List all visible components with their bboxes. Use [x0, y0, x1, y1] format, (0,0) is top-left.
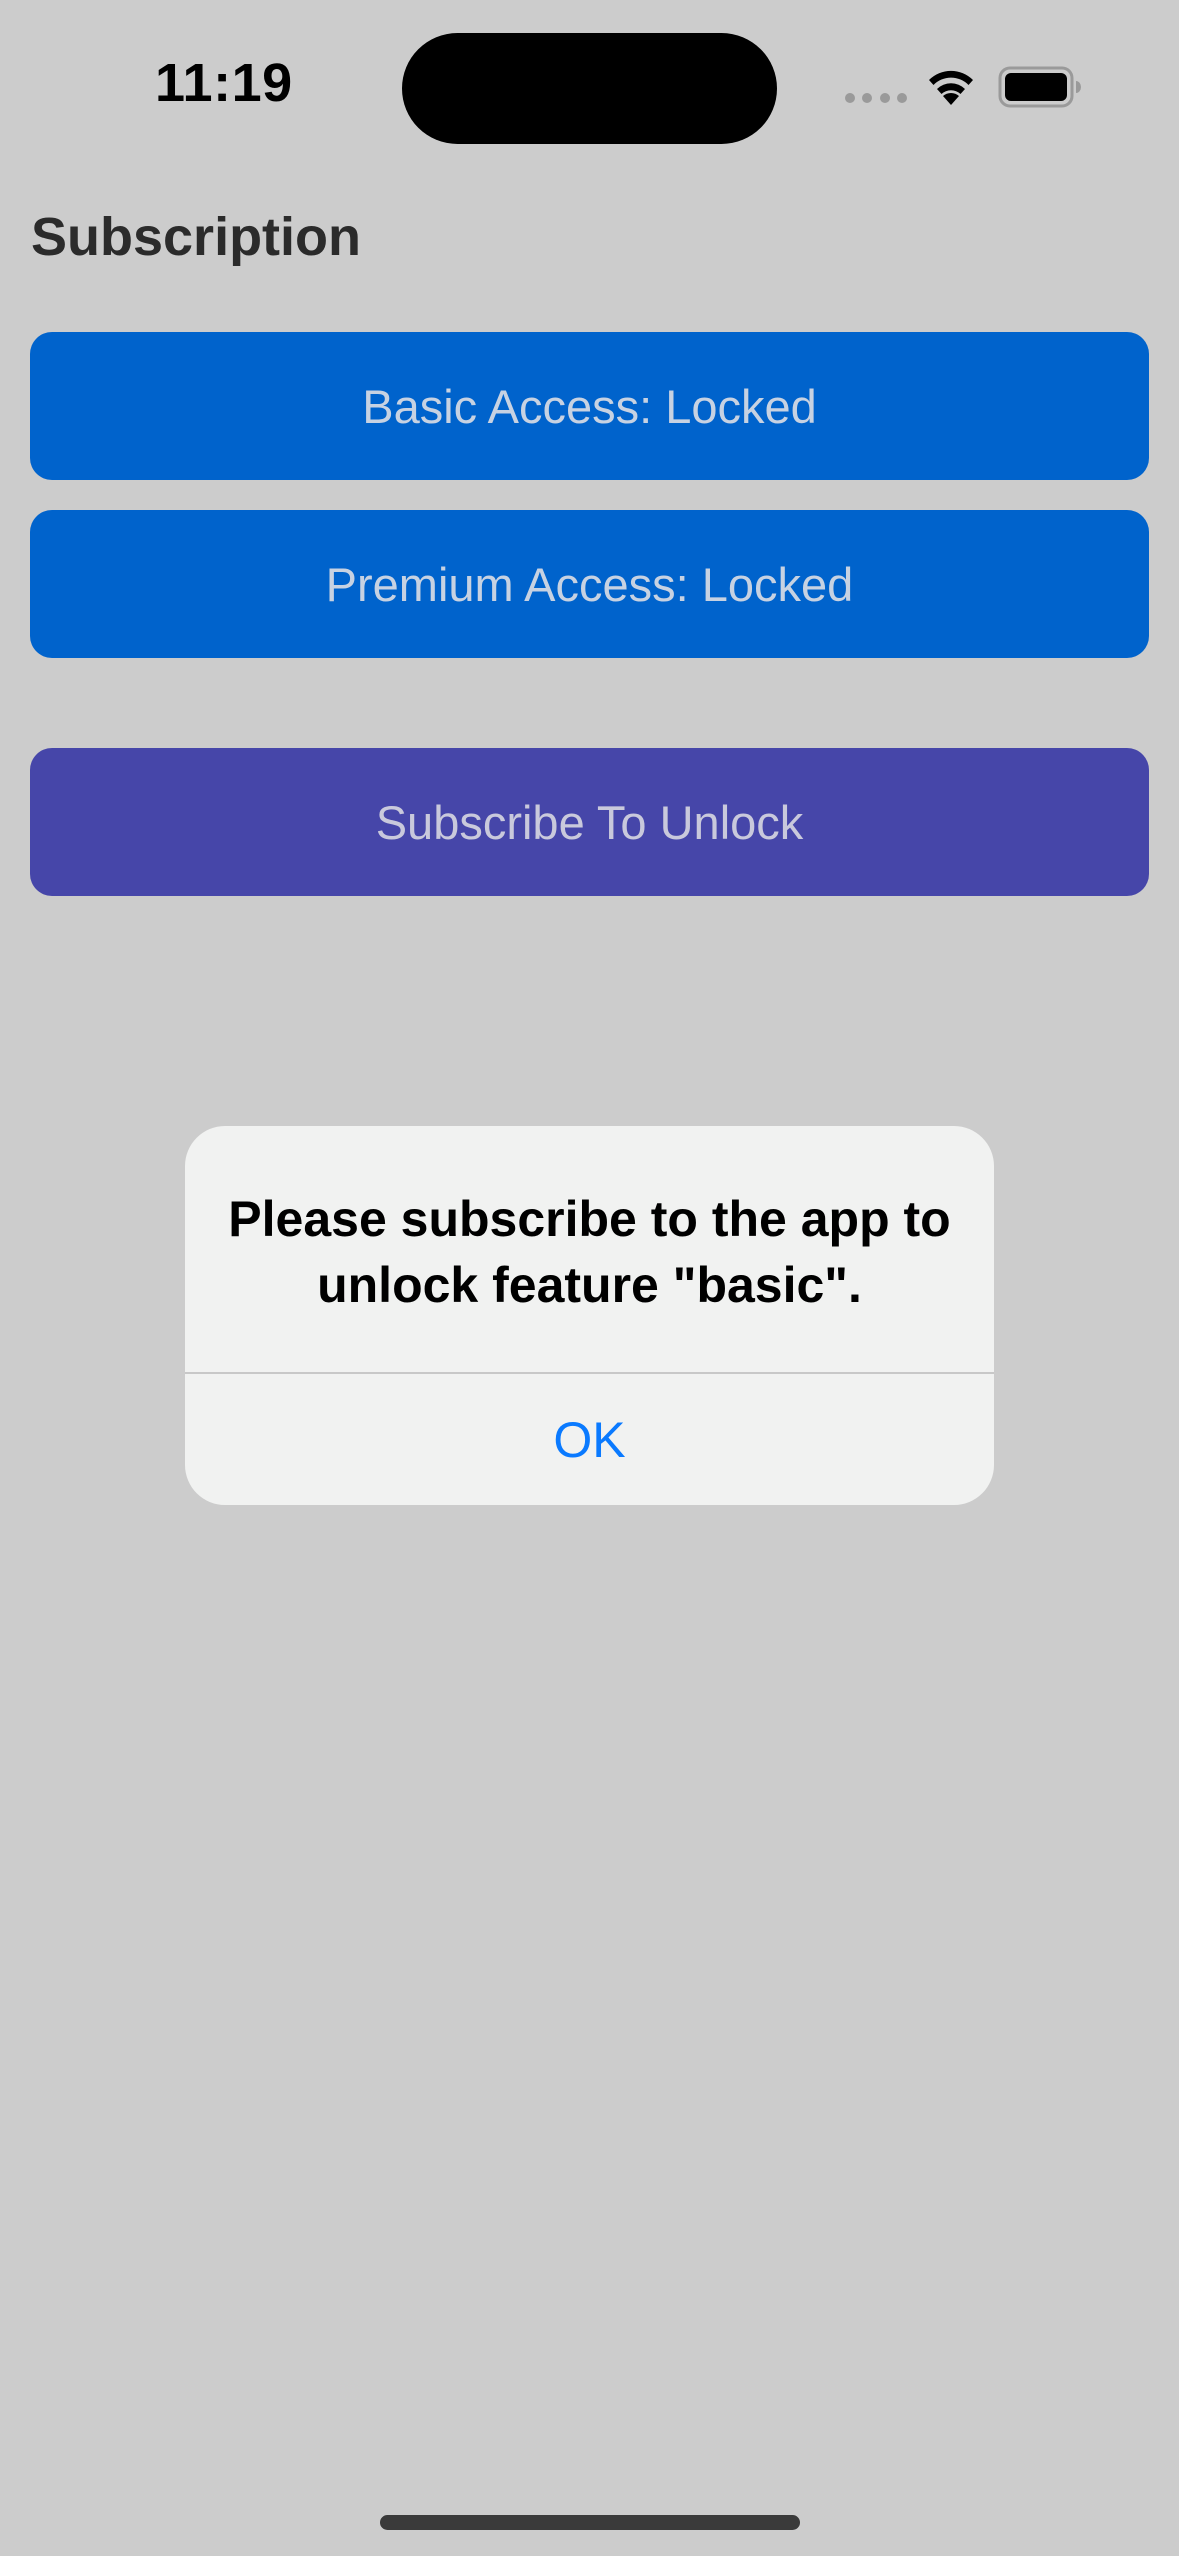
app-screen: 11:19 Subscription Basic Access: Locked …: [0, 0, 1179, 2556]
premium-access-button[interactable]: Premium Access: Locked: [30, 510, 1149, 658]
home-indicator[interactable]: [380, 2515, 800, 2530]
basic-access-button[interactable]: Basic Access: Locked: [30, 332, 1149, 480]
battery-icon: [998, 66, 1081, 108]
premium-access-label: Premium Access: Locked: [325, 557, 854, 611]
status-time: 11:19: [155, 53, 293, 113]
subscribe-label: Subscribe To Unlock: [375, 795, 804, 849]
subscribe-button[interactable]: Subscribe To Unlock: [30, 748, 1149, 896]
wifi-icon: [929, 70, 973, 105]
basic-access-label: Basic Access: Locked: [362, 379, 817, 433]
alert-ok-label: OK: [553, 1411, 626, 1468]
page-title: Subscription: [31, 207, 362, 267]
dynamic-island: [402, 33, 777, 144]
cellular-signal-icon: [845, 93, 907, 105]
alert-dialog: Please subscribe to the app to unlock fe…: [185, 1126, 994, 1505]
alert-message: Please subscribe to the app to unlock fe…: [228, 1191, 951, 1313]
alert-ok-button[interactable]: OK: [185, 1374, 994, 1505]
